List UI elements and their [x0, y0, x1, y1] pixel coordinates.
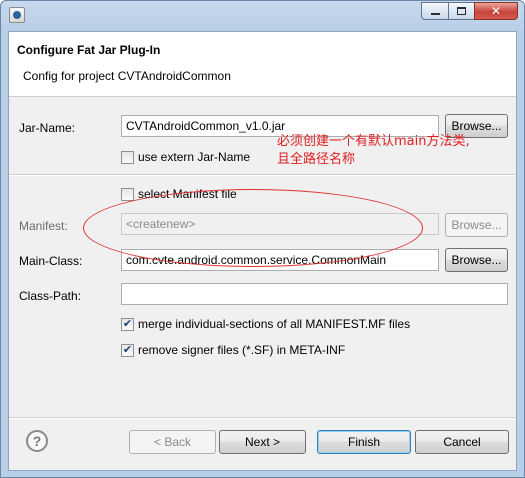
remove-signer-checkbox[interactable]: ✔	[121, 343, 134, 357]
maximize-icon	[457, 7, 466, 15]
use-extern-label: use extern Jar-Name	[138, 150, 251, 164]
help-icon[interactable]: ?	[26, 430, 48, 452]
minimize-button[interactable]	[421, 2, 448, 20]
remove-signer-label: remove signer files (*.SF) in META-INF	[138, 343, 346, 357]
merge-manifest-option[interactable]: ✔ merge individual-sections of all MANIF…	[121, 317, 410, 331]
merge-checkbox[interactable]: ✔	[121, 317, 134, 331]
main-class-browse-button[interactable]: Browse...	[445, 248, 508, 272]
window-controls: ✕	[421, 2, 518, 20]
maximize-button[interactable]	[448, 2, 474, 20]
wizard-header: Configure Fat Jar Plug-In Config for pro…	[9, 32, 516, 97]
use-extern-checkbox[interactable]	[121, 150, 134, 164]
main-class-label: Main-Class:	[19, 254, 83, 268]
minimize-icon	[430, 13, 440, 15]
next-button[interactable]: Next >	[219, 430, 306, 454]
merge-label: merge individual-sections of all MANIFES…	[138, 317, 411, 331]
divider-highlight	[9, 175, 516, 176]
manifest-label: Manifest:	[19, 219, 68, 233]
page-title: Configure Fat Jar Plug-In	[17, 43, 161, 57]
close-button[interactable]: ✕	[474, 2, 518, 20]
back-button: < Back	[129, 430, 216, 454]
cancel-button[interactable]: Cancel	[415, 430, 509, 454]
close-icon: ✕	[490, 4, 502, 18]
annotation-line-2: 且全路径名称	[277, 152, 356, 167]
annotation-note: 必须创建一个有默认main方法类, 且全路径名称	[277, 133, 470, 169]
annotation-line-1: 必须创建一个有默认main方法类,	[277, 134, 470, 149]
select-manifest-checkbox[interactable]	[121, 187, 134, 201]
dialog-window: ✕ Configure Fat Jar Plug-In Config for p…	[0, 0, 525, 478]
finish-button[interactable]: Finish	[317, 430, 411, 454]
title-bar[interactable]: ✕	[1, 1, 524, 31]
footer-divider-highlight	[9, 418, 516, 419]
page-description: Config for project CVTAndroidCommon	[23, 69, 231, 83]
jar-name-label: Jar-Name:	[19, 121, 76, 135]
class-path-label: Class-Path:	[19, 289, 82, 303]
app-icon	[9, 7, 25, 23]
remove-signer-option[interactable]: ✔ remove signer files (*.SF) in META-INF	[121, 343, 345, 357]
manifest-browse-button: Browse...	[445, 213, 508, 237]
class-path-field[interactable]	[121, 283, 508, 305]
annotation-ellipse	[83, 189, 423, 267]
use-extern-jar-name-option[interactable]: use extern Jar-Name	[121, 150, 250, 164]
